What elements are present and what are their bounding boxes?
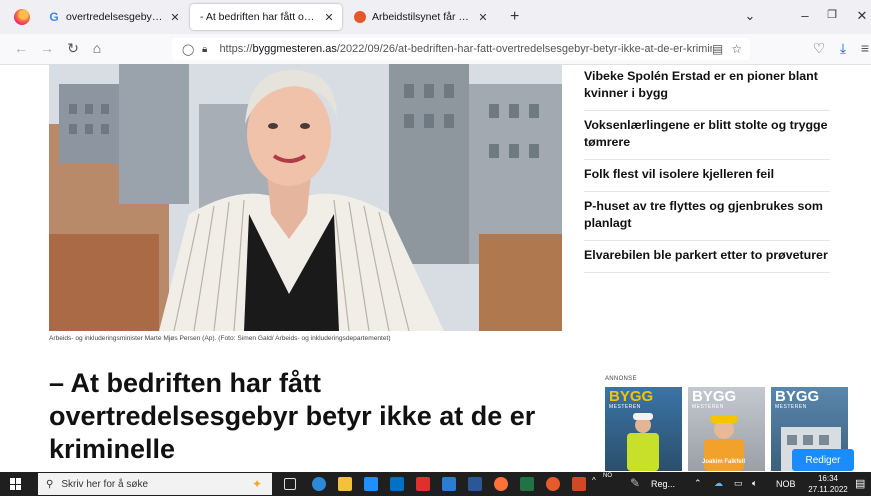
image-caption: Arbeids- og inkluderingsminister Marte M… — [49, 335, 391, 342]
close-window-icon[interactable]: ✕ — [852, 8, 871, 24]
word-icon[interactable] — [468, 477, 482, 491]
task-view-icon[interactable] — [284, 478, 296, 490]
pocket-icon[interactable]: ♡ — [810, 40, 828, 57]
restore-icon[interactable]: ❐ — [822, 8, 842, 21]
clock-time: 16:34 — [817, 474, 839, 483]
search-highlight-icon: ✦ — [251, 477, 262, 491]
firefox-menu-icon[interactable] — [14, 9, 30, 25]
downloads-icon[interactable]: ⤓ — [834, 40, 852, 57]
article-headline: – At bedriften har fått overtredelsesgeb… — [49, 368, 536, 464]
edit-button[interactable]: Rediger — [792, 449, 854, 471]
tab-google-search[interactable]: G overtredelsesgebyr arbeidstilsyn ✕ — [40, 4, 188, 30]
list-all-tabs-icon[interactable]: ⌄ — [740, 8, 760, 24]
lang-indicator-top[interactable]: NO — [603, 473, 612, 479]
app-icon[interactable] — [546, 477, 560, 491]
tray-chevron-icon[interactable]: ⌃ — [694, 478, 702, 489]
address-bar[interactable]: ◯ 🔒︎ https://byggmesteren.as/2022/09/26/… — [172, 38, 750, 60]
file-explorer-icon[interactable] — [338, 477, 352, 491]
ad-person-name: Joakim Falkfell — [702, 459, 746, 465]
search-icon: ⚲ — [46, 478, 54, 490]
clock-date: 27.11.2022 — [808, 485, 848, 494]
close-tab-icon[interactable]: ✕ — [322, 11, 336, 24]
onedrive-icon[interactable]: ☁ — [714, 478, 723, 489]
reload-icon[interactable]: ↻ — [64, 40, 82, 57]
navigation-bar: ← → ↻ ⌂ ◯ 🔒︎ https://byggmesteren.as/202… — [0, 34, 871, 65]
ad-panel[interactable]: BYGG MESTEREN Joakim Falkfell — [688, 387, 765, 471]
powerpoint-icon[interactable] — [572, 477, 586, 491]
menu-icon[interactable]: ≡ — [856, 40, 871, 56]
tab-article[interactable]: - At bedriften har fått overtredelsesgeb… — [190, 4, 342, 30]
tab-title: - At bedriften har fått overtredelsesgeb… — [200, 11, 318, 23]
google-icon: G — [49, 10, 59, 24]
ad-panel[interactable]: BYGG MESTEREN — [605, 387, 682, 471]
language-indicator[interactable]: NOB — [776, 479, 796, 489]
app-icon[interactable] — [442, 477, 456, 491]
ad-label: ANNONSE — [605, 376, 637, 382]
acrobat-icon[interactable] — [416, 477, 430, 491]
notifications-icon[interactable]: ▤ — [855, 477, 865, 490]
taskbar-search[interactable]: ⚲ Skriv her for å søke ✦ — [38, 473, 272, 495]
pen-icon[interactable]: ✎ — [630, 476, 640, 490]
portrait-photo — [49, 64, 562, 331]
volume-icon[interactable]: 🔈︎ — [752, 478, 757, 489]
related-article-link[interactable]: Elvarebilen ble parkert etter to prøvetu… — [584, 241, 830, 273]
taskbar-search-placeholder: Skriv her for å søke — [61, 478, 149, 490]
network-icon[interactable]: ▭ — [734, 478, 743, 489]
minimize-icon[interactable]: – — [795, 8, 815, 23]
forward-icon[interactable]: → — [38, 40, 56, 56]
back-icon[interactable]: ← — [12, 40, 30, 56]
close-tab-icon[interactable]: ✕ — [476, 11, 490, 24]
reader-view-icon[interactable]: ▤ — [712, 42, 723, 56]
site-icon — [354, 11, 366, 23]
article-hero-image — [49, 64, 562, 331]
tab-strip: G overtredelsesgebyr arbeidstilsyn ✕ - A… — [0, 0, 871, 34]
store-icon[interactable] — [364, 477, 378, 491]
close-tab-icon[interactable]: ✕ — [168, 11, 182, 24]
related-article-link[interactable]: Vibeke Spolén Erstad er en pioner blant … — [584, 64, 830, 111]
outlook-icon[interactable] — [390, 477, 404, 491]
tab-title: Arbeidstilsynet får 25 millioner — [372, 11, 472, 23]
related-article-link[interactable]: Folk flest vil isolere kjelleren feil — [584, 160, 830, 192]
taskbar: ⚲ Skriv her for å søke ✦ ^ NO ✎ Reg... ⌃… — [0, 472, 871, 496]
worker-image — [627, 413, 659, 471]
taskbar-app-label[interactable]: Reg... — [651, 479, 675, 489]
show-hidden-icons[interactable]: ^ — [592, 476, 596, 485]
firefox-icon[interactable] — [494, 477, 508, 491]
shield-icon[interactable]: ◯ — [182, 43, 194, 56]
home-icon[interactable]: ⌂ — [88, 40, 106, 56]
excel-icon[interactable] — [520, 477, 534, 491]
new-tab-icon[interactable]: + — [510, 8, 519, 26]
related-article-link[interactable]: Voksenlærlingene er blitt stolte og tryg… — [584, 111, 830, 160]
windows-start-icon[interactable] — [10, 478, 22, 490]
related-articles: Vibeke Spolén Erstad er en pioner blant … — [584, 64, 830, 273]
related-article-link[interactable]: P-huset av tre flyttes og gjenbrukes som… — [584, 192, 830, 241]
edge-icon[interactable] — [312, 477, 326, 491]
tab-arbeidstilsynet[interactable]: Arbeidstilsynet får 25 millioner ✕ — [346, 4, 496, 30]
clock[interactable]: 16:34 27.11.2022 — [808, 473, 848, 495]
url-text[interactable]: https://byggmesteren.as/2022/09/26/at-be… — [219, 43, 711, 55]
lock-icon[interactable]: 🔒︎ — [202, 44, 213, 55]
tab-title: overtredelsesgebyr arbeidstilsyn — [66, 11, 164, 23]
bookmark-star-icon[interactable]: ☆ — [731, 42, 742, 56]
